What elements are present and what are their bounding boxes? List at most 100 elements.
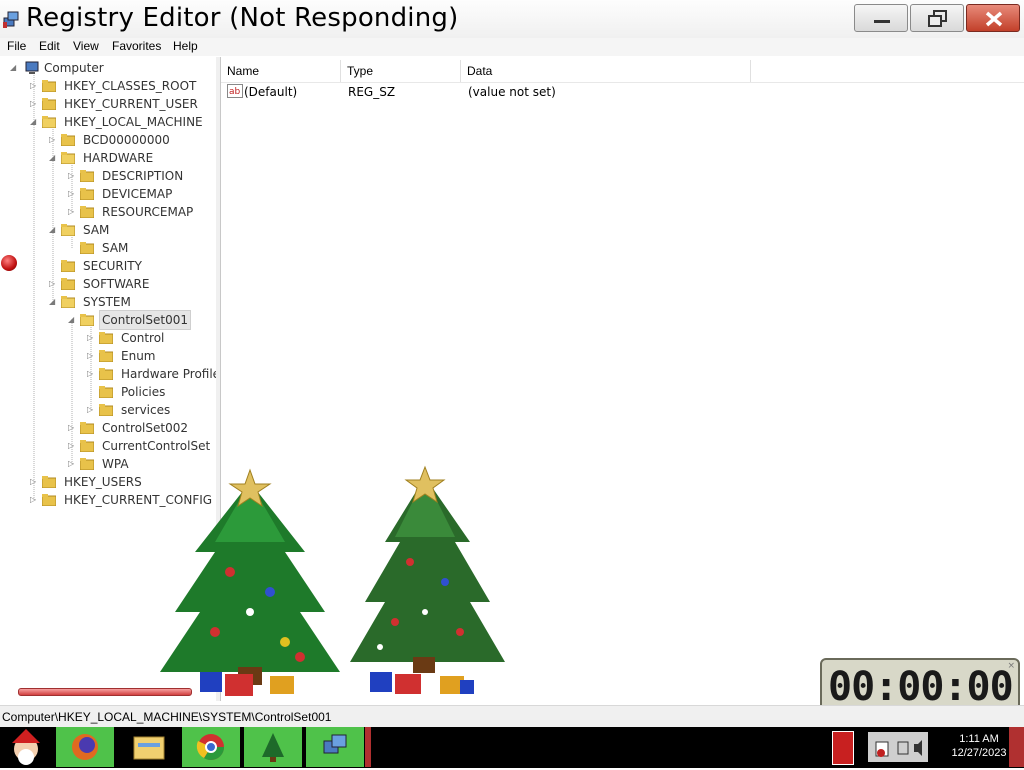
folder-open-icon [61, 152, 75, 164]
expand-icon[interactable]: ▷ [87, 406, 95, 414]
expand-icon[interactable]: ▷ [30, 100, 38, 108]
folder-icon [99, 350, 113, 362]
folder-icon [80, 242, 94, 254]
taskbar-button-firefox[interactable] [56, 727, 114, 767]
system-tray [868, 732, 928, 762]
registry-editor-icon [323, 734, 347, 754]
tree-label: DEVICEMAP [102, 187, 173, 201]
file-explorer-icon [133, 736, 165, 760]
folder-icon [61, 278, 75, 290]
status-bar: Computer\HKEY_LOCAL_MACHINE\SYSTEM\Contr… [0, 705, 1024, 728]
taskbar-divider [365, 727, 371, 767]
string-value-icon: ab [227, 84, 243, 98]
tree-label-selected: ControlSet001 [99, 310, 191, 330]
folder-icon [80, 188, 94, 200]
folder-open-icon [80, 314, 94, 326]
menu-bar: File Edit View Favorites Help [0, 38, 1024, 56]
value-name: (Default) [244, 85, 298, 99]
santa-icon[interactable] [0, 727, 52, 767]
menu-help[interactable]: Help [173, 39, 198, 53]
menu-file[interactable]: File [7, 39, 26, 53]
collapse-icon[interactable]: ◢ [68, 316, 76, 324]
folder-icon [80, 440, 94, 452]
firefox-icon [72, 734, 98, 760]
value-type: REG_SZ [348, 85, 396, 99]
minimize-icon [874, 20, 890, 23]
tree-label: BCD00000000 [83, 133, 170, 147]
collapse-icon[interactable]: ◢ [49, 154, 57, 162]
taskbar-button-registry-editor[interactable] [306, 727, 364, 767]
column-header-name[interactable]: Name [221, 60, 341, 82]
value-data: (value not set) [468, 85, 556, 99]
expand-icon[interactable]: ▷ [30, 82, 38, 90]
expand-icon[interactable]: ▷ [68, 442, 76, 450]
folder-icon [61, 134, 75, 146]
registry-editor-icon [2, 8, 20, 30]
close-button[interactable] [966, 4, 1020, 32]
list-header: Name Type Data [221, 57, 1024, 83]
collapse-icon[interactable]: ◢ [49, 298, 57, 306]
collapse-icon[interactable]: ◢ [10, 64, 18, 72]
expand-icon[interactable]: ▷ [30, 478, 38, 486]
tree-label: Computer [44, 61, 104, 75]
expand-icon[interactable]: ▷ [87, 352, 95, 360]
expand-icon[interactable]: ▷ [87, 370, 95, 378]
chrome-icon [196, 734, 225, 761]
folder-icon [99, 386, 113, 398]
taskbar: 1:11 AM 12/27/2023 [0, 727, 1024, 768]
svg-text:ab: ab [229, 87, 241, 97]
taskbar-button-file-explorer[interactable] [120, 727, 178, 767]
tree-label: HKEY_CLASSES_ROOT [64, 79, 197, 93]
menu-view[interactable]: View [73, 39, 99, 53]
restore-button[interactable] [910, 4, 964, 32]
expand-icon[interactable]: ▷ [49, 280, 57, 288]
tree-label: DESCRIPTION [102, 169, 184, 183]
tree-label: Hardware Profiles [121, 367, 227, 381]
tree-label: RESOURCEMAP [102, 205, 194, 219]
menu-edit[interactable]: Edit [39, 39, 60, 53]
title-bar[interactable]: Registry Editor (Not Responding) [0, 0, 1024, 38]
show-desktop-button[interactable] [832, 731, 854, 765]
folder-icon [80, 170, 94, 182]
folder-icon [42, 98, 56, 110]
folder-icon [99, 404, 113, 416]
folder-open-icon [42, 116, 56, 128]
tree-label: Policies [121, 385, 166, 399]
folder-icon [99, 332, 113, 344]
taskbar-button-christmas-tree-app[interactable] [244, 727, 302, 767]
tree-label: SYSTEM [83, 295, 131, 309]
christmas-tree-right [350, 465, 505, 673]
minimize-button[interactable] [854, 4, 908, 32]
expand-icon[interactable]: ▷ [49, 136, 57, 144]
folder-icon [42, 476, 56, 488]
tree-label: HKEY_CURRENT_USER [64, 97, 198, 111]
close-icon [985, 11, 1003, 27]
expand-icon[interactable]: ▷ [68, 172, 76, 180]
list-row[interactable]: ab (Default) REG_SZ (value not set) [221, 83, 1024, 101]
expand-icon[interactable]: ▷ [68, 190, 76, 198]
expand-icon[interactable]: ▷ [87, 334, 95, 342]
close-icon[interactable]: × [1007, 661, 1015, 671]
clock-date: 12/27/2023 [951, 747, 1007, 759]
taskbar-clock[interactable]: 1:11 AM 12/27/2023 [940, 732, 1018, 760]
tree-label: Enum [121, 349, 156, 363]
column-header-type[interactable]: Type [341, 60, 461, 82]
expand-icon[interactable]: ▷ [68, 208, 76, 216]
christmas-tree-left [160, 468, 340, 685]
collapse-icon[interactable]: ◢ [30, 118, 38, 126]
folder-open-icon [61, 224, 75, 236]
column-header-data[interactable]: Data [461, 60, 751, 82]
tree-label: ControlSet002 [102, 421, 188, 435]
tree-label: SAM [83, 223, 110, 237]
expand-icon[interactable]: ▷ [68, 460, 76, 468]
folder-icon [42, 494, 56, 506]
clock-time: 1:11 AM [959, 733, 999, 745]
tree-label: SOFTWARE [83, 277, 150, 291]
tree-label: Control [121, 331, 165, 345]
expand-icon[interactable]: ▷ [30, 496, 38, 504]
folder-open-icon [61, 296, 75, 308]
taskbar-button-chrome[interactable] [182, 727, 240, 767]
expand-icon[interactable]: ▷ [68, 424, 76, 432]
collapse-icon[interactable]: ◢ [49, 226, 57, 234]
menu-favorites[interactable]: Favorites [112, 39, 161, 53]
